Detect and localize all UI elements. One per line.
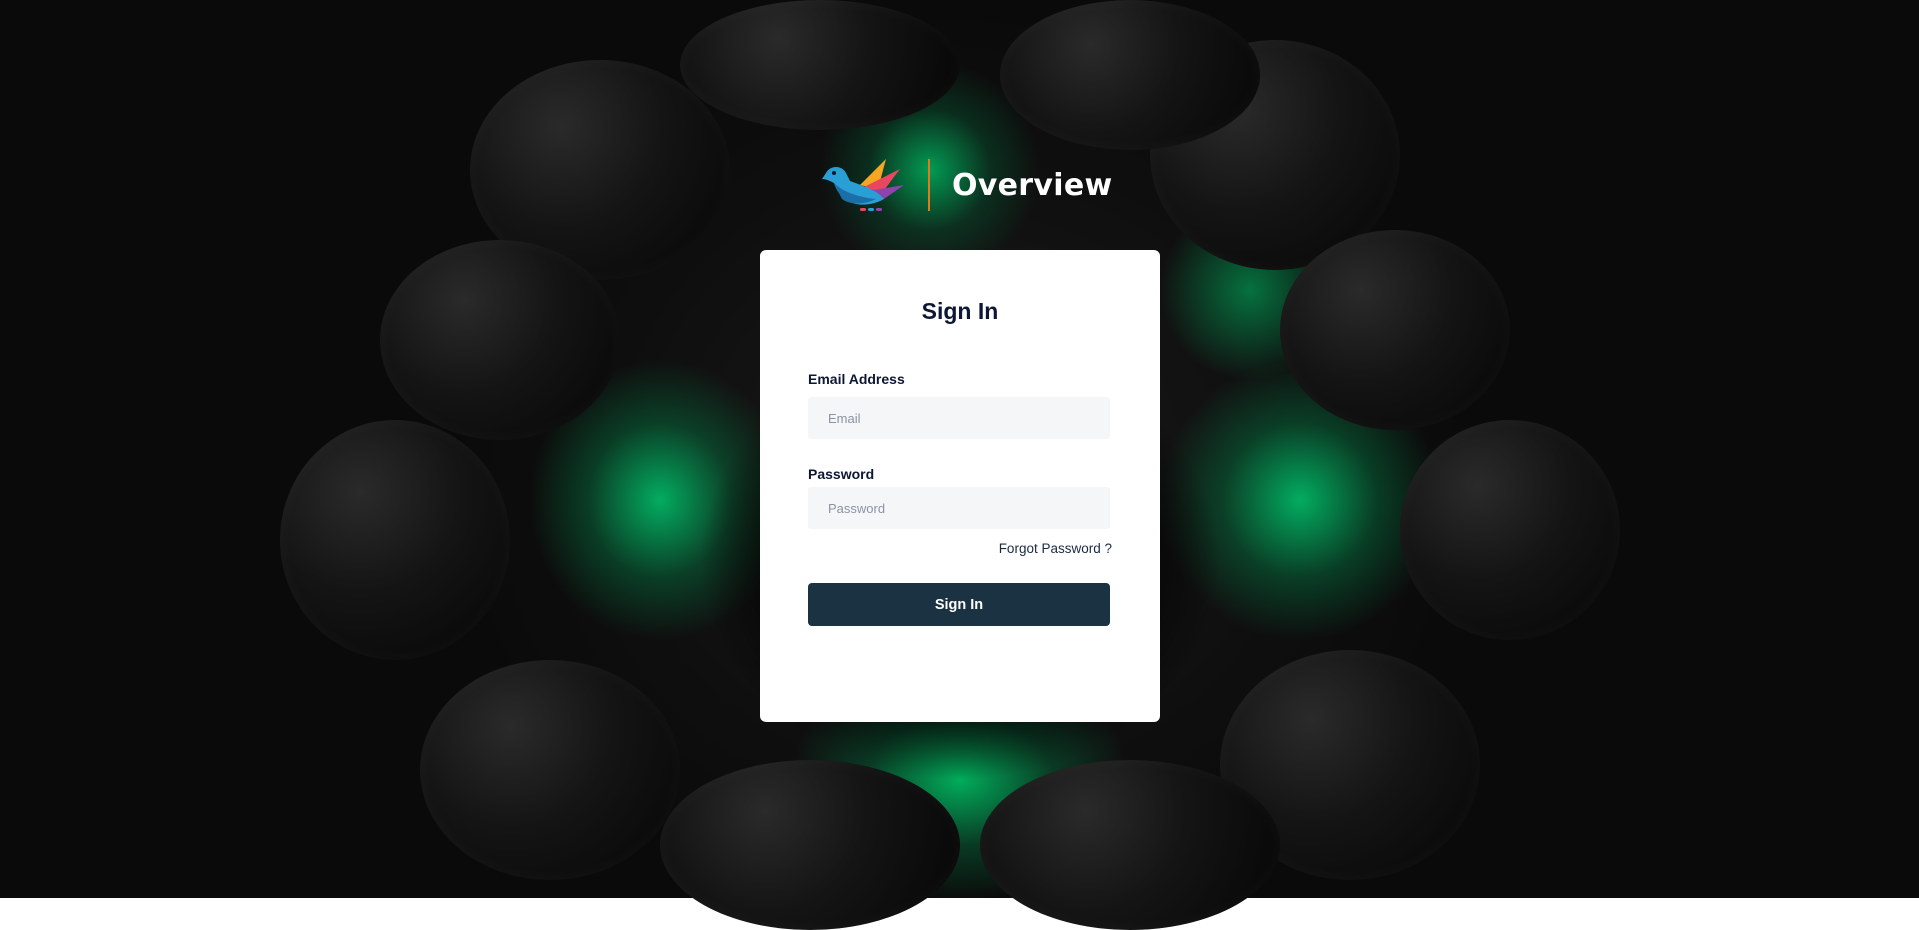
background-shape [1400, 420, 1620, 640]
background-shape [1280, 230, 1510, 430]
background-shape [680, 0, 960, 130]
background-shape [980, 760, 1280, 930]
password-input[interactable] [808, 487, 1110, 529]
background-shape [380, 240, 620, 440]
brand-header: Overview [820, 155, 1113, 215]
signin-card: Sign In Email Address Password Forgot Pa… [760, 250, 1160, 722]
background-shape [280, 420, 510, 660]
bird-logo-icon [822, 159, 904, 211]
signin-title: Sign In [921, 298, 999, 324]
brand-divider [928, 159, 930, 211]
brand-name: Overview [952, 167, 1113, 203]
background-shape [1000, 0, 1260, 150]
email-label: Email Address [808, 371, 905, 387]
password-label: Password [808, 466, 875, 482]
background-shape [660, 760, 960, 930]
forgot-password-link[interactable]: Forgot Password ? [808, 541, 1112, 556]
background-shape [420, 660, 680, 880]
sign-in-button[interactable]: Sign In [808, 583, 1110, 626]
email-input[interactable] [808, 397, 1110, 439]
